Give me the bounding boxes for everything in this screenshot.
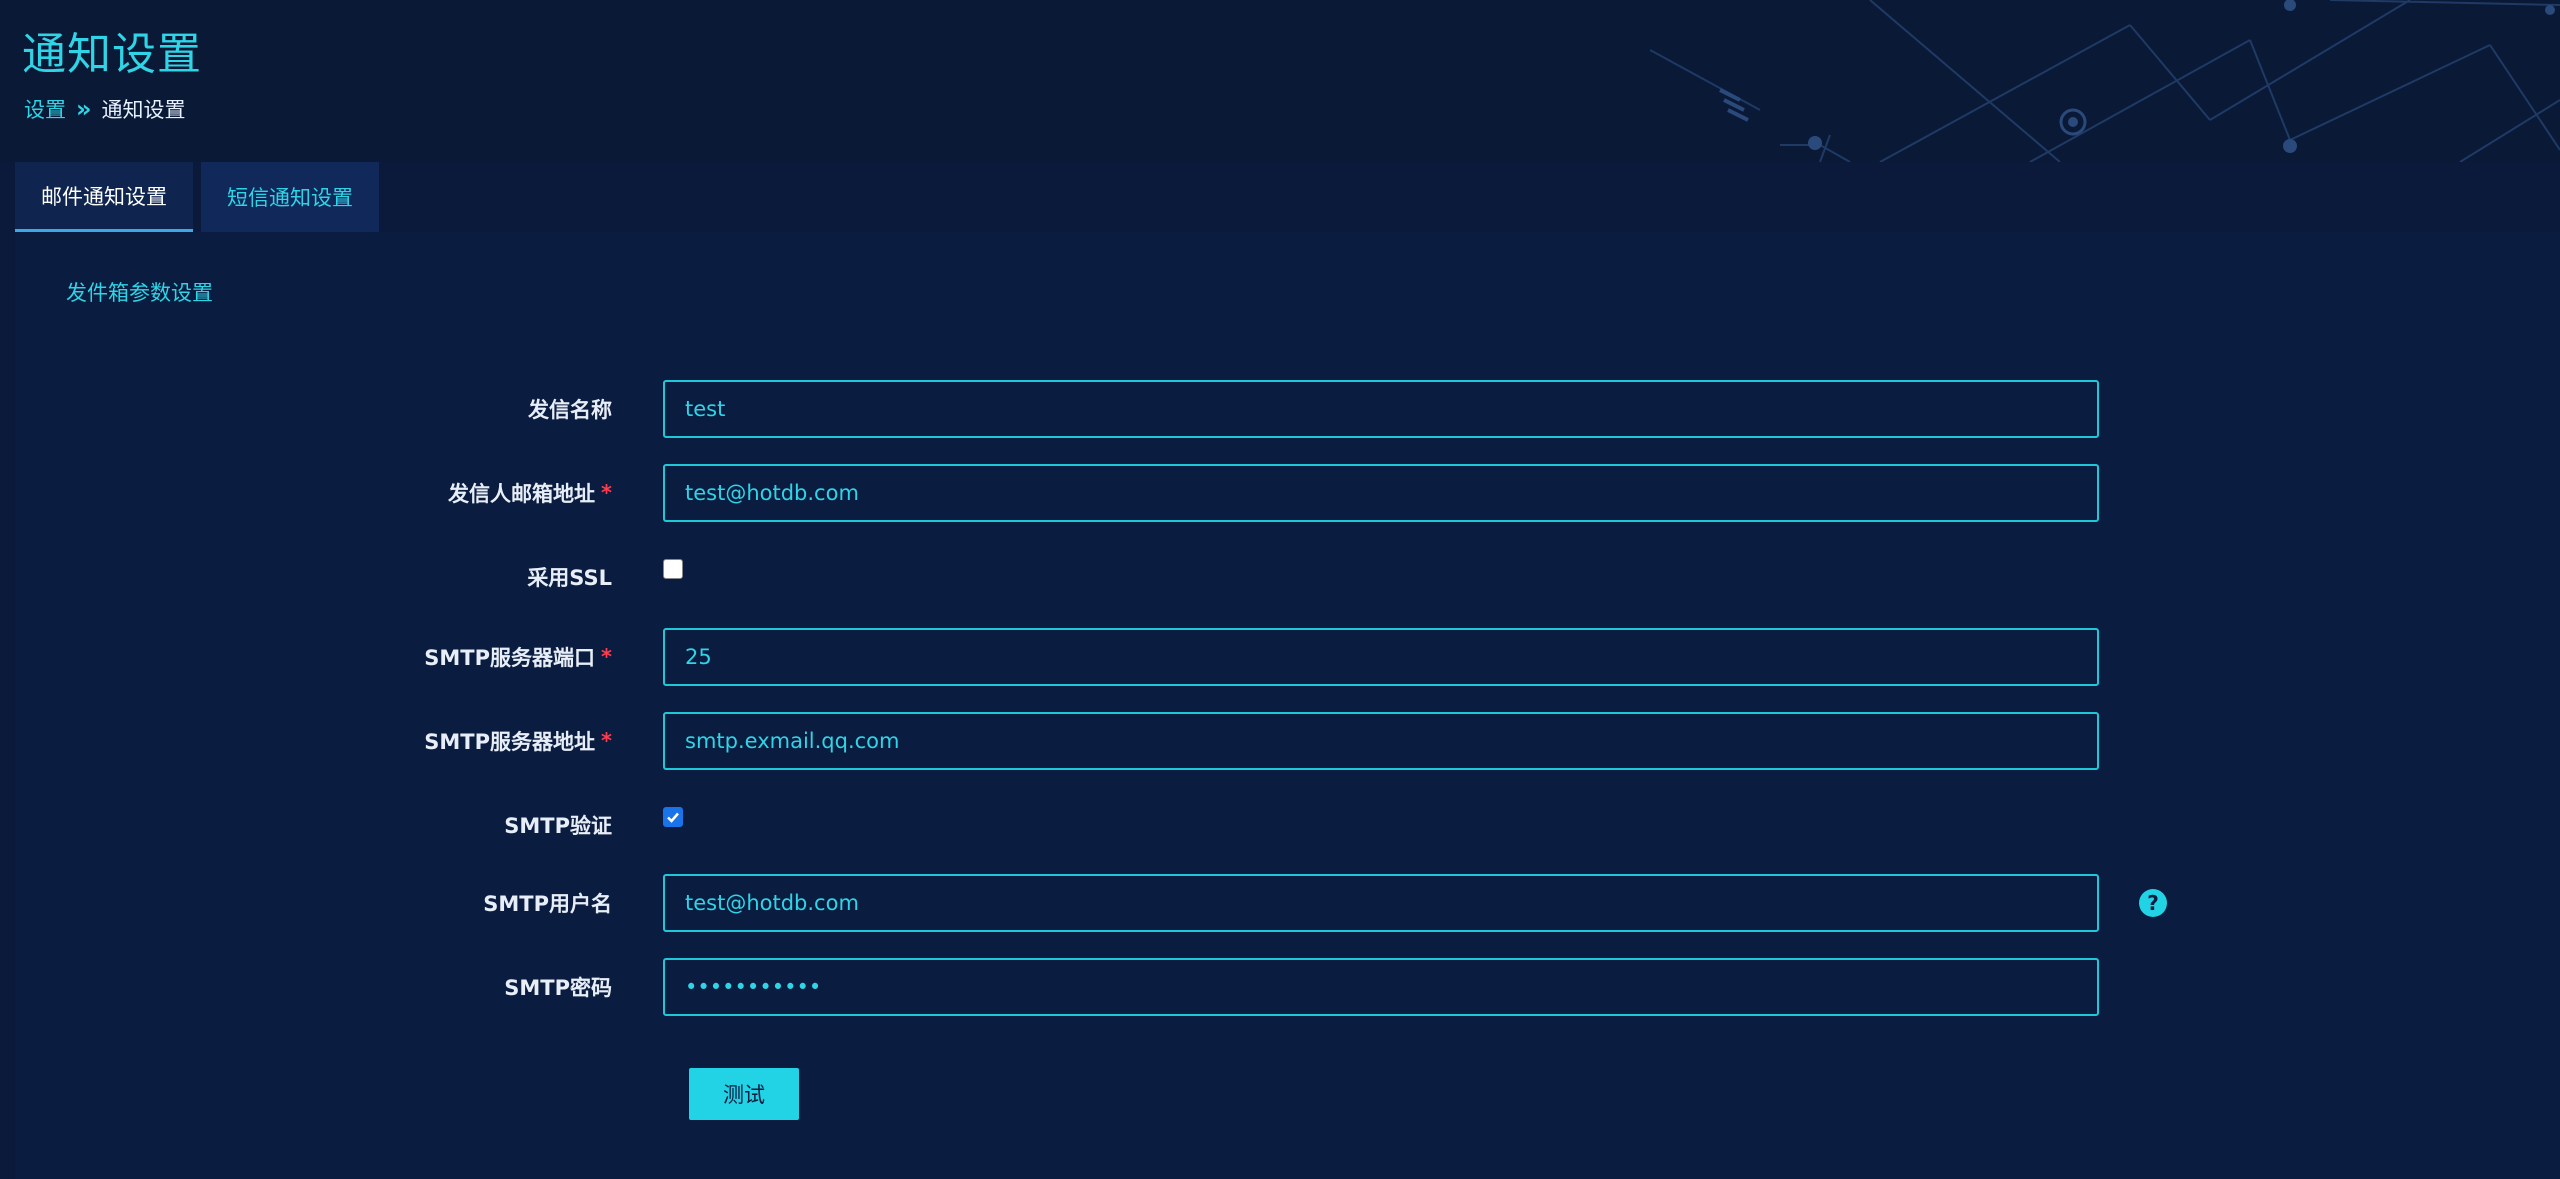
sender-name-input[interactable] — [663, 380, 2099, 438]
required-mark: * — [601, 481, 612, 505]
use-ssl-label: 采用SSL — [527, 566, 612, 590]
circuit-decoration — [1650, 0, 2560, 162]
checkmark-icon — [667, 812, 679, 823]
tab-content-panel: 发件箱参数设置 发信名称 发信人邮箱地址* 采用SSL SMTP服务器端口* — [15, 232, 2560, 1179]
smtp-host-label: SMTP服务器地址 * — [424, 729, 612, 754]
smtp-user-row: SMTP用户名 ? — [15, 874, 2560, 932]
smtp-user-label: SMTP用户名 — [483, 892, 612, 916]
breadcrumb-settings-link[interactable]: 设置 — [24, 94, 66, 124]
tab-email-notification[interactable]: 邮件通知设置 — [15, 162, 193, 232]
sender-name-row: 发信名称 — [15, 380, 2560, 438]
test-button[interactable]: 测试 — [689, 1068, 799, 1120]
required-mark: * — [601, 645, 612, 669]
notification-settings-page: 通知设置 设置 » 通知设置 邮件通知设置 短信通知设置 发件箱参数设置 发信名… — [0, 0, 2560, 1179]
breadcrumb-separator-icon: » — [76, 95, 92, 123]
sender-email-label: 发信人邮箱地址 * — [448, 481, 612, 506]
tab-bar: 邮件通知设置 短信通知设置 — [15, 162, 379, 232]
smtp-auth-checkbox[interactable] — [663, 807, 683, 827]
required-mark: * — [601, 729, 612, 753]
smtp-host-row: SMTP服务器地址 * — [15, 712, 2560, 770]
smtp-auth-row: SMTP验证 — [15, 796, 2560, 854]
tab-sms-notification[interactable]: 短信通知设置 — [201, 162, 379, 232]
smtp-port-input[interactable] — [663, 628, 2099, 686]
sender-name-label: 发信名称 — [528, 398, 612, 422]
breadcrumb-current: 通知设置 — [101, 98, 186, 122]
page-title: 通知设置 — [22, 29, 202, 80]
smtp-password-input[interactable] — [663, 958, 2099, 1016]
use-ssl-row: 采用SSL — [15, 548, 2560, 606]
smtp-auth-label: SMTP验证 — [504, 814, 612, 838]
smtp-user-input[interactable] — [663, 874, 2099, 932]
breadcrumb: 设置 » 通知设置 — [24, 94, 186, 124]
smtp-host-input[interactable] — [663, 712, 2099, 770]
sender-email-row: 发信人邮箱地址 * — [15, 464, 2560, 522]
smtp-password-row: SMTP密码 — [15, 958, 2560, 1016]
smtp-port-row: SMTP服务器端口 * — [15, 628, 2560, 686]
section-title: 发件箱参数设置 — [66, 281, 213, 305]
smtp-password-label: SMTP密码 — [504, 976, 612, 1000]
header-band: 通知设置 设置 » 通知设置 — [0, 0, 2560, 162]
use-ssl-checkbox[interactable] — [663, 559, 683, 579]
help-icon[interactable]: ? — [2139, 889, 2167, 917]
sender-email-input[interactable] — [663, 464, 2099, 522]
smtp-port-label: SMTP服务器端口 * — [424, 645, 612, 670]
